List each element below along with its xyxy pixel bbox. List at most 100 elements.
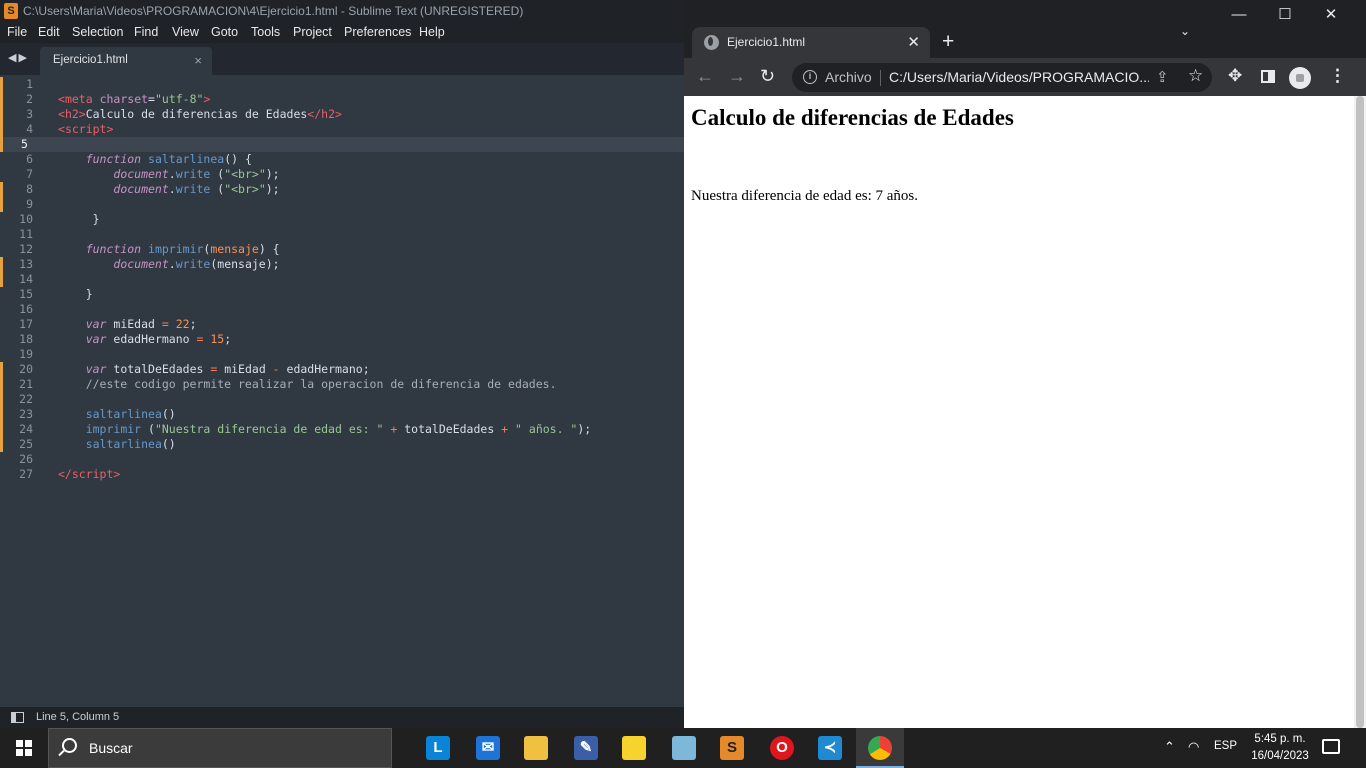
code-token: write [175, 257, 211, 271]
cursor-position: Line 5, Column 5 [36, 711, 120, 723]
taskbar-app-chrome[interactable] [856, 728, 904, 768]
menu-preferences[interactable]: Preferences [344, 22, 411, 43]
new-tab-button[interactable]: + [942, 30, 954, 54]
menu-view[interactable]: View [172, 22, 199, 43]
menu-tools[interactable]: Tools [251, 22, 280, 43]
code-line: </script> [58, 467, 120, 482]
share-icon[interactable]: ⇪ [1156, 68, 1169, 86]
clock[interactable]: 5:45 p. m. 16/04/2023 [1240, 731, 1320, 765]
side-panel-icon[interactable] [1261, 70, 1275, 83]
profile-avatar[interactable] [1289, 67, 1311, 89]
url-text[interactable]: C:/Users/Maria/Videos/PROGRAMACIO... [889, 69, 1149, 85]
line-number: 26 [19, 452, 33, 466]
code-token: > [203, 92, 211, 106]
taskbar-app-mail[interactable]: ✉ [464, 728, 512, 768]
code-editor[interactable]: 1 2 3 4 5 6 7 8 9 10 11 12 13 14 15 16 17 18 19 20 21 22 23 24 2… [0, 75, 684, 707]
taskbar-app-sublime-text[interactable]: S [708, 728, 756, 768]
vertical-scrollbar[interactable] [1354, 96, 1366, 728]
menu-goto[interactable]: Goto [211, 22, 238, 43]
taskbar-app-file-explorer[interactable] [512, 728, 560, 768]
modified-line-marker [0, 437, 3, 452]
code-token: h2 [321, 107, 336, 121]
menu-selection[interactable]: Selection [72, 22, 123, 43]
code-token: ); [265, 182, 280, 196]
code-token: h2 [64, 107, 79, 121]
browser-tab[interactable]: Ejercicio1.html ✕ [692, 27, 930, 58]
notification-icon[interactable] [1322, 739, 1340, 754]
line-number: 7 [26, 167, 33, 181]
code-token: imprimir [85, 422, 142, 436]
line-number: 4 [26, 122, 33, 136]
code-token: "Nuestra diferencia de edad es: " [154, 422, 384, 436]
chevron-down-icon[interactable]: ⌄ [1180, 24, 1190, 38]
code-token: var [85, 362, 107, 376]
reload-icon[interactable]: ↻ [760, 65, 775, 87]
line-number: 13 [19, 257, 33, 271]
code-token: ( [141, 422, 155, 436]
taskbar-app-notepad[interactable] [660, 728, 708, 768]
panel-toggle-icon[interactable] [11, 712, 24, 723]
menu-help[interactable]: Help [419, 22, 445, 43]
taskbar-search[interactable]: Buscar [48, 728, 392, 768]
line-number: 17 [19, 317, 33, 331]
tab-bar: ◀▶ Ejercicio1.html × [0, 43, 684, 75]
start-button[interactable] [0, 728, 48, 768]
taskbar-app-sticky-notes[interactable] [610, 728, 658, 768]
forward-arrow-icon[interactable]: → [728, 65, 746, 87]
code-line: var miEdad = 22; [58, 317, 197, 332]
info-icon[interactable]: i [803, 70, 817, 84]
chrome-icon [868, 736, 892, 760]
menu-find[interactable]: Find [134, 22, 158, 43]
folder-icon [524, 736, 548, 760]
menu-bar: File Edit Selection Find View Goto Tools… [0, 22, 684, 43]
maximize-button[interactable]: ☐ [1262, 0, 1308, 30]
menu-project[interactable]: Project [293, 22, 332, 43]
menu-edit[interactable]: Edit [38, 22, 60, 43]
code-line: //este codigo permite realizar la operac… [58, 377, 557, 392]
page-output-text: Nuestra diferencia de edad es: 7 años. [691, 188, 918, 204]
taskbar-app-opera[interactable]: O [758, 728, 806, 768]
taskbar-app-launcher[interactable]: L [414, 728, 462, 768]
close-icon[interactable]: × [194, 53, 202, 68]
bookmark-star-icon[interactable]: ☆ [1188, 66, 1203, 86]
line-number: 21 [19, 377, 33, 391]
minimize-button[interactable]: — [1216, 0, 1262, 30]
file-scheme-label: Archivo [825, 69, 872, 85]
tool-icon: ✎ [574, 736, 598, 760]
menu-kebab-icon[interactable]: ⋮ [1329, 66, 1346, 86]
tab-nav-arrows-icon[interactable]: ◀▶ [8, 51, 29, 64]
close-window-button[interactable]: ✕ [1308, 0, 1354, 30]
back-arrow-icon[interactable]: ← [696, 65, 714, 87]
language-indicator[interactable]: ESP [1214, 740, 1237, 752]
code-token: charset [99, 92, 149, 106]
extensions-icon[interactable]: ✥ [1228, 66, 1242, 86]
modified-line-marker [0, 377, 3, 392]
code-line: var edadHermano = 15; [58, 332, 231, 347]
scrollbar-thumb[interactable] [1356, 96, 1364, 728]
modified-line-marker [0, 137, 3, 152]
menu-file[interactable]: File [7, 22, 27, 43]
taskbar-app-vscode[interactable]: ≺ [806, 728, 854, 768]
wifi-icon[interactable]: ◠ [1188, 739, 1199, 755]
code-line: <script> [58, 122, 113, 137]
close-icon[interactable]: ✕ [907, 33, 920, 51]
modified-line-marker [0, 257, 3, 272]
modified-line-marker [0, 122, 3, 137]
line-number: 1 [26, 77, 33, 91]
taskbar-app-tool[interactable]: ✎ [562, 728, 610, 768]
code-token: </ [307, 107, 322, 121]
code-token: miEdad [106, 317, 162, 331]
browser-tab-title: Ejercicio1.html [727, 35, 806, 49]
editor-tab[interactable]: Ejercicio1.html × [40, 47, 212, 75]
chevron-up-icon[interactable]: ⌃ [1164, 739, 1175, 755]
code-token: . [168, 182, 176, 196]
mail-icon: ✉ [476, 736, 500, 760]
address-bar[interactable]: i Archivo C:/Users/Maria/Videos/PROGRAMA… [792, 63, 1212, 92]
modified-line-marker [0, 92, 3, 107]
